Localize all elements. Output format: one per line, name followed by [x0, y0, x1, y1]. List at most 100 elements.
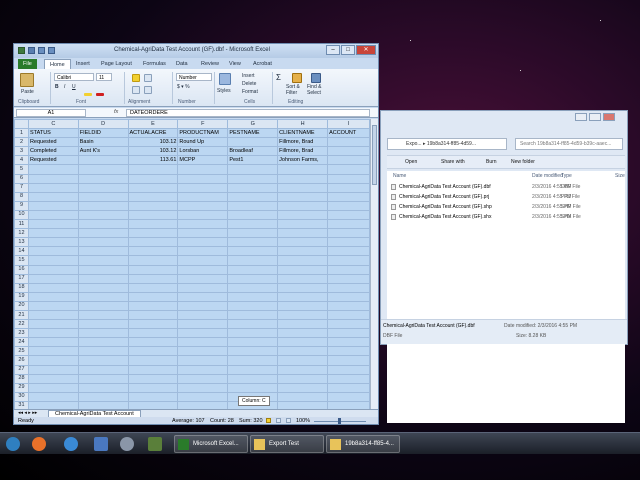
cell[interactable] — [177, 200, 229, 211]
cell[interactable] — [77, 155, 129, 166]
open-button[interactable]: Open — [405, 159, 417, 165]
cell[interactable] — [227, 309, 279, 321]
row-header[interactable]: 26 — [14, 355, 29, 366]
formula-input[interactable]: DATEORDERE — [126, 109, 370, 117]
cell[interactable] — [27, 237, 79, 248]
file-row[interactable]: Chemical-AgriData Test Account (GF).shx … — [389, 213, 621, 222]
cell[interactable] — [27, 164, 79, 175]
row-header[interactable]: 31 — [14, 400, 29, 409]
cell[interactable]: FIELDID — [77, 128, 129, 139]
fx-icon[interactable]: fx — [114, 109, 118, 115]
cell[interactable] — [27, 300, 79, 311]
cell[interactable] — [327, 255, 370, 266]
cell[interactable] — [27, 337, 79, 348]
cell[interactable] — [27, 355, 79, 366]
cell[interactable] — [77, 373, 129, 384]
column-header[interactable]: C — [27, 119, 79, 130]
cell[interactable] — [177, 309, 229, 321]
save-icon[interactable] — [28, 47, 35, 54]
cell[interactable]: Broadleaf — [227, 146, 279, 157]
cell[interactable] — [327, 146, 370, 157]
cell[interactable] — [27, 219, 79, 230]
cell[interactable] — [27, 200, 79, 211]
cell[interactable] — [227, 255, 279, 266]
cell[interactable] — [27, 364, 79, 375]
styles-button[interactable]: Styles — [217, 88, 231, 94]
select-all-corner[interactable] — [14, 119, 29, 130]
cell[interactable] — [327, 155, 370, 166]
cell[interactable]: Fillmore, Brad — [277, 146, 329, 157]
cell[interactable] — [277, 173, 329, 184]
cell[interactable] — [27, 328, 79, 339]
cell[interactable] — [277, 182, 329, 193]
cell[interactable] — [27, 391, 79, 402]
cell[interactable] — [127, 182, 179, 193]
cell[interactable] — [27, 282, 79, 293]
normal-view-icon[interactable] — [266, 418, 271, 423]
currency-button[interactable]: $ ▾ % — [177, 84, 190, 90]
cell[interactable] — [127, 191, 179, 202]
column-header-date[interactable]: Date modified — [532, 173, 563, 179]
cell[interactable] — [27, 246, 79, 257]
sort-filter-icon[interactable] — [292, 73, 302, 83]
cell[interactable] — [127, 300, 179, 311]
cell[interactable] — [27, 400, 79, 409]
row-header[interactable]: 23 — [14, 328, 29, 339]
cell[interactable] — [77, 164, 129, 175]
column-header-size[interactable]: Size — [615, 173, 625, 179]
cell[interactable]: Round Up — [177, 137, 229, 148]
cell[interactable] — [77, 255, 129, 266]
font-size-select[interactable]: 11 — [96, 73, 112, 81]
cell[interactable] — [277, 400, 329, 409]
page-layout-view-icon[interactable] — [276, 418, 281, 423]
row-header[interactable]: 13 — [14, 237, 29, 248]
new-folder-button[interactable]: New folder — [511, 159, 535, 165]
row-header[interactable]: 11 — [14, 219, 29, 230]
cell[interactable]: Pest1 — [227, 155, 279, 166]
row-header[interactable]: 28 — [14, 373, 29, 384]
cell[interactable] — [327, 273, 370, 284]
cell[interactable] — [27, 382, 79, 393]
cell[interactable] — [77, 400, 129, 409]
cell[interactable] — [27, 191, 79, 202]
cell[interactable] — [277, 282, 329, 293]
page-break-view-icon[interactable] — [286, 418, 291, 423]
cell[interactable] — [127, 255, 179, 266]
cell[interactable] — [177, 255, 229, 266]
row-header[interactable]: 7 — [14, 182, 29, 193]
cell[interactable] — [227, 209, 279, 221]
bold-button[interactable]: B — [55, 84, 59, 90]
name-box[interactable]: A1 — [16, 109, 86, 117]
cell[interactable] — [177, 209, 229, 221]
cell[interactable] — [127, 373, 179, 384]
cell[interactable]: 113.61 — [127, 155, 179, 166]
cell[interactable] — [177, 219, 229, 230]
cell[interactable] — [77, 300, 129, 311]
cell[interactable] — [127, 173, 179, 184]
row-header[interactable]: 12 — [14, 228, 29, 239]
cell[interactable] — [177, 237, 229, 248]
cell[interactable]: Requested — [27, 137, 79, 148]
cell[interactable] — [27, 264, 79, 275]
cell[interactable] — [177, 346, 229, 357]
cell[interactable] — [227, 237, 279, 248]
cell[interactable] — [177, 264, 229, 275]
cell[interactable] — [127, 346, 179, 357]
minimize-button[interactable] — [575, 113, 587, 121]
redo-icon[interactable] — [48, 47, 55, 54]
cell[interactable] — [277, 382, 329, 393]
paste-label[interactable]: Paste — [21, 89, 34, 95]
cell[interactable] — [77, 309, 129, 321]
column-header[interactable]: E — [127, 119, 179, 130]
cell[interactable] — [227, 219, 279, 230]
row-header[interactable]: 20 — [14, 300, 29, 311]
cell[interactable] — [277, 373, 329, 384]
cell[interactable] — [327, 382, 370, 393]
cell[interactable] — [177, 337, 229, 348]
row-header[interactable]: 24 — [14, 337, 29, 348]
cell[interactable] — [327, 219, 370, 230]
cell[interactable] — [227, 291, 279, 302]
cell[interactable] — [277, 209, 329, 221]
cell[interactable] — [77, 200, 129, 211]
cell[interactable] — [127, 337, 179, 348]
